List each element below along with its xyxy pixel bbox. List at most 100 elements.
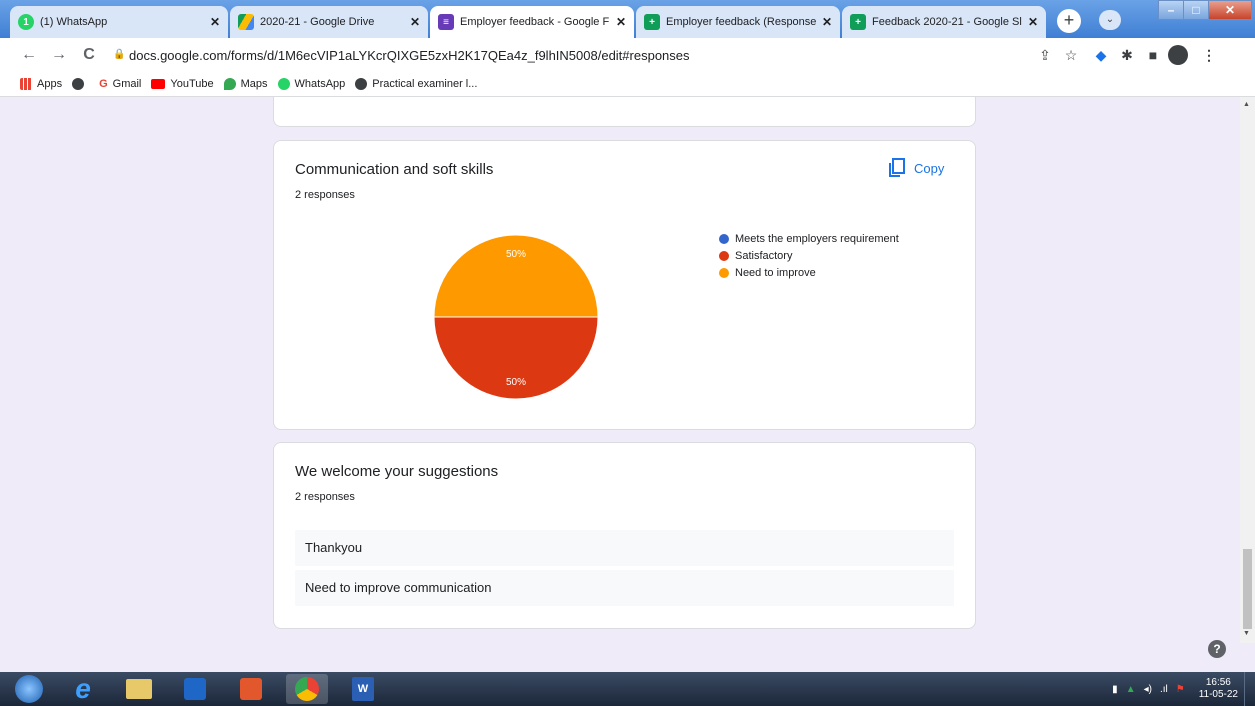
question-title: Communication and soft skills	[295, 161, 494, 178]
bookmark-gmail[interactable]: G Gmail	[99, 78, 141, 90]
question-card-suggestions: We welcome your suggestions 2 responses …	[273, 442, 976, 629]
previous-question-card	[273, 97, 976, 127]
tab-search-button[interactable]: ⌄	[1099, 10, 1121, 30]
tab-title: Feedback 2020-21 - Google Sl	[872, 16, 1022, 28]
legend-label: Need to improve	[735, 267, 816, 279]
tab-employer-feedback-form[interactable]: ≡ Employer feedback - Google F ✕	[430, 6, 634, 38]
legend-swatch	[719, 268, 729, 278]
word-icon: W	[352, 677, 374, 701]
google-drive-tray-icon[interactable]: ▲	[1126, 684, 1136, 695]
response-count: 2 responses	[295, 491, 355, 503]
windows-logo-icon	[15, 675, 43, 703]
google-g-icon: G	[99, 78, 108, 90]
close-window-button[interactable]: ✕	[1208, 0, 1252, 20]
share-icon[interactable]: ⇪	[1036, 46, 1054, 64]
response-count: 2 responses	[295, 189, 355, 201]
clock[interactable]: 16:56 11-05-22	[1199, 677, 1238, 701]
help-button[interactable]: ?	[1208, 640, 1226, 658]
bookmark-globe[interactable]	[72, 78, 89, 90]
menu-icon[interactable]: ⋮	[1200, 46, 1218, 64]
network-activity-icon[interactable]: ▮	[1112, 684, 1118, 695]
taskbar-chrome[interactable]	[286, 674, 328, 704]
tab-feedback-sheet[interactable]: + Feedback 2020-21 - Google Sl ✕	[842, 6, 1046, 38]
copy-icon	[889, 158, 905, 177]
legend-swatch	[719, 234, 729, 244]
bookmark-apps[interactable]: Apps	[20, 78, 62, 90]
pie-slice-need-to-improve[interactable]	[433, 234, 599, 318]
globe-icon	[355, 78, 368, 90]
bookmarks-bar: Apps G Gmail YouTube Maps WhatsApp Pract…	[0, 72, 1255, 97]
close-icon[interactable]: ✕	[616, 15, 626, 29]
avatar[interactable]	[1168, 45, 1188, 65]
taskbar-file-explorer[interactable]	[118, 674, 160, 704]
legend-item: Need to improve	[719, 267, 816, 279]
url-text: docs.google.com/forms/d/1M6ecVIP1aLYKcrQ…	[129, 47, 690, 63]
maps-pin-icon	[223, 78, 236, 90]
pie-chart: 50% 50%	[433, 234, 599, 400]
minimize-button[interactable]: –	[1158, 0, 1184, 20]
taskbar-media-player[interactable]	[174, 674, 216, 704]
chrome-icon	[295, 677, 319, 701]
browser-tab-strip: 1 (1) WhatsApp ✕ 2020-21 - Google Drive …	[0, 0, 1255, 38]
question-card-communication: Communication and soft skills 2 response…	[273, 140, 976, 430]
taskbar-internet-explorer[interactable]: e	[62, 673, 104, 704]
tab-title: Employer feedback - Google F	[460, 16, 610, 28]
action-center-icon[interactable]: ⚑	[1176, 684, 1185, 695]
whatsapp-icon	[277, 78, 290, 90]
pie-slice-label: 50%	[506, 377, 526, 388]
side-panel-icon[interactable]: ■	[1144, 46, 1162, 64]
google-forms-icon: ≡	[438, 14, 454, 30]
page-content: Communication and soft skills 2 response…	[0, 97, 1240, 643]
legend-item: Meets the employers requirement	[719, 233, 899, 245]
system-tray: ▮ ▲ ◂) .ıl ⚑ 16:56 11-05-22	[1108, 672, 1255, 706]
apps-grid-icon	[20, 78, 32, 90]
text-response: Need to improve communication	[295, 570, 954, 606]
close-icon[interactable]: ✕	[210, 15, 220, 29]
scroll-down-icon[interactable]: ▼	[1243, 630, 1250, 637]
question-title: We welcome your suggestions	[295, 463, 499, 480]
close-icon[interactable]: ✕	[410, 15, 420, 29]
google-sheets-icon: +	[850, 14, 866, 30]
adobe-icon	[240, 678, 262, 700]
maximize-button[interactable]: □	[1183, 0, 1209, 20]
extensions-puzzle-icon[interactable]: ✱	[1118, 46, 1136, 64]
forward-button[interactable]: →	[48, 44, 70, 66]
copy-chart-button[interactable]: Copy	[888, 158, 944, 178]
tab-whatsapp[interactable]: 1 (1) WhatsApp ✕	[10, 6, 228, 38]
bookmark-whatsapp[interactable]: WhatsApp	[277, 78, 345, 90]
taskbar-adobe[interactable]	[230, 674, 272, 704]
close-icon[interactable]: ✕	[1028, 15, 1038, 29]
tab-google-drive[interactable]: 2020-21 - Google Drive ✕	[230, 6, 428, 38]
whatsapp-icon: 1	[18, 14, 34, 30]
lock-icon: 🔒	[113, 49, 126, 60]
youtube-icon	[151, 79, 166, 89]
close-icon[interactable]: ✕	[822, 15, 832, 29]
bookmark-youtube[interactable]: YouTube	[151, 78, 214, 90]
tab-title: 2020-21 - Google Drive	[260, 16, 375, 28]
google-sheets-icon: +	[644, 14, 660, 30]
start-button[interactable]	[12, 674, 46, 704]
bookmark-maps[interactable]: Maps	[223, 78, 268, 90]
media-player-icon	[184, 678, 206, 700]
address-bar[interactable]: 🔒 docs.google.com/forms/d/1M6ecVIP1aLYKc…	[107, 42, 1057, 68]
tab-employer-feedback-responses[interactable]: + Employer feedback (Response ✕	[636, 6, 840, 38]
browser-toolbar: ← → C 🔒 docs.google.com/forms/d/1M6ecVIP…	[0, 38, 1255, 72]
taskbar-word[interactable]: W	[342, 674, 384, 704]
volume-icon[interactable]: ◂)	[1144, 684, 1152, 695]
show-desktop-button[interactable]	[1244, 672, 1255, 706]
new-tab-button[interactable]: +	[1057, 9, 1081, 33]
signal-icon[interactable]: .ıl	[1160, 684, 1168, 695]
scroll-thumb[interactable]	[1243, 549, 1252, 629]
globe-icon	[72, 78, 85, 90]
internet-explorer-icon: e	[75, 673, 91, 704]
vertical-scrollbar[interactable]: ▲ ▼	[1240, 97, 1255, 643]
scroll-up-icon[interactable]: ▲	[1243, 101, 1250, 108]
legend-label: Meets the employers requirement	[735, 233, 899, 245]
extension-icon[interactable]: ◆	[1092, 46, 1110, 64]
back-button[interactable]: ←	[18, 44, 40, 66]
legend-swatch	[719, 251, 729, 261]
bookmark-star-icon[interactable]: ☆	[1062, 46, 1080, 64]
legend-label: Satisfactory	[735, 250, 793, 262]
bookmark-practical-examiner[interactable]: Practical examiner l...	[355, 78, 477, 90]
reload-button[interactable]: C	[78, 44, 100, 66]
